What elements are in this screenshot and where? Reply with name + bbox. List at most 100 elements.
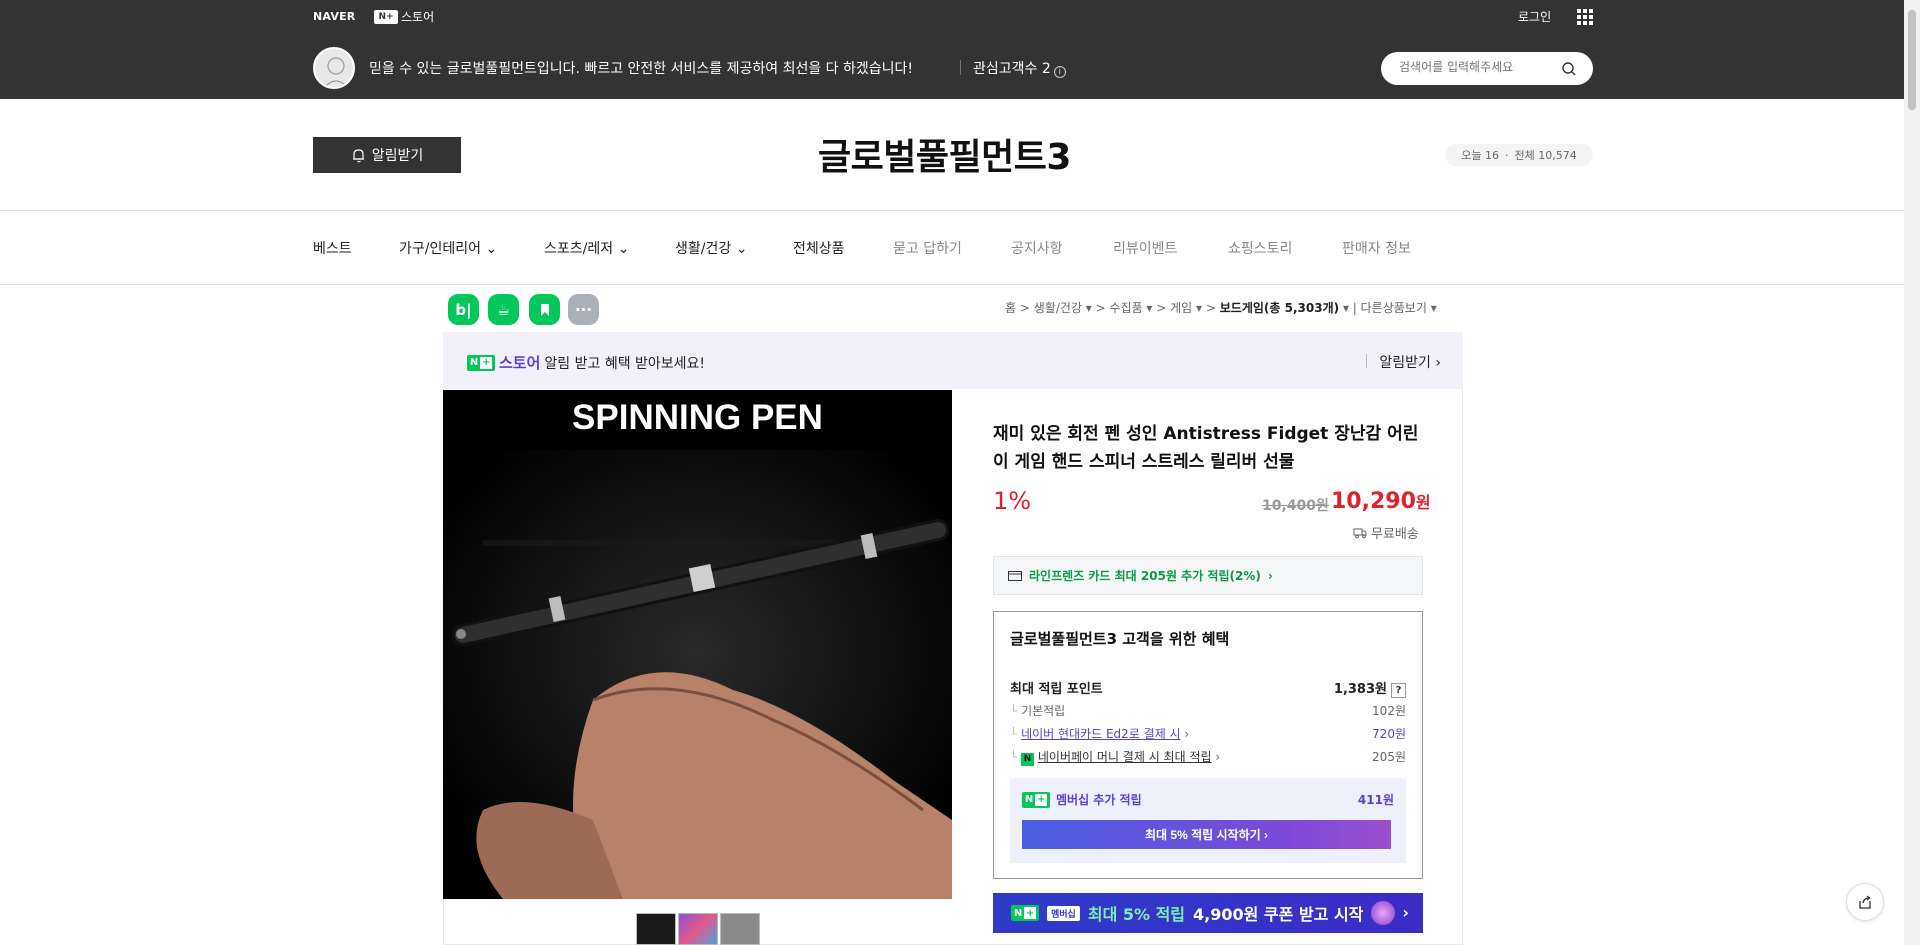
alarm-promo-bar: N + 스토어 알림 받고 혜택 받아보세요! 알림받기 › [443, 332, 1463, 389]
thumbnail[interactable] [678, 913, 718, 945]
apps-grid-icon[interactable] [1577, 9, 1593, 25]
point-row-value: 205원 [1372, 750, 1406, 764]
info-icon[interactable]: i [1053, 66, 1066, 78]
membership-button-label: 최대 5% 적립 시작하기 [1144, 828, 1261, 842]
card-icon [1008, 570, 1022, 581]
nav-item-living[interactable]: 생활/건강 ⌄ [675, 238, 747, 258]
membership-start-button[interactable]: 최대 5% 적립 시작하기 › [1022, 820, 1391, 849]
store-search[interactable] [1381, 52, 1593, 85]
bookmark-share-icon[interactable] [529, 294, 560, 325]
npay-icon: N [1021, 753, 1035, 766]
shipping-label: 무료배송 [1371, 527, 1419, 542]
hyundai-card-link[interactable]: 네이버 현대카드 Ed2로 결제 시 [1021, 727, 1181, 741]
divider [0, 210, 1904, 211]
divider [960, 60, 961, 75]
spinning-pen-illustration [443, 450, 952, 899]
point-row-value: 720원 [1372, 727, 1406, 741]
visit-today: 오늘 16 [1461, 149, 1499, 162]
nplus-icon: N + [467, 354, 495, 371]
product-image[interactable]: SPINNING PEN [443, 390, 952, 899]
chevron-right-icon: › [1402, 903, 1409, 922]
nav-item-label: 스포츠/레저 [544, 241, 614, 257]
coupon-highlight: 최대 5% 적립 [1087, 905, 1186, 924]
nav-item-shopping-story[interactable]: 쇼핑스토리 [1228, 238, 1292, 258]
blog-share-icon[interactable]: b| [448, 294, 479, 325]
nplus-icon: N + [1022, 791, 1050, 808]
product-thumbnails [636, 913, 760, 945]
breadcrumb-item[interactable]: 게임 [1170, 301, 1192, 315]
share-icon [1859, 895, 1871, 909]
max-point-value: 1,383원 [1333, 682, 1387, 697]
nplus-icon: N + [1011, 905, 1039, 921]
visit-total: 전체 10,574 [1514, 149, 1577, 162]
bell-plus-icon [352, 149, 364, 163]
search-input[interactable] [1399, 60, 1559, 74]
nav-item-best[interactable]: 베스트 [313, 238, 352, 258]
thumbnail[interactable] [720, 913, 760, 945]
card-promo-banner[interactable]: 라인프렌즈 카드 최대 205원 추가 적립(2%) › [993, 556, 1423, 595]
original-price: 10,400원 [1262, 498, 1329, 514]
nav-item-sports[interactable]: 스포츠/레저 ⌄ [544, 238, 629, 258]
point-row-label: 기본적립 [1021, 704, 1066, 718]
thumbnail[interactable] [636, 913, 676, 945]
promo-alarm-label: 알림받기 [1379, 355, 1431, 371]
npay-link[interactable]: 네이버페이 머니 결제 시 최대 적립 [1038, 750, 1212, 764]
sale-price: 10,290원 [1331, 489, 1431, 514]
breadcrumb-item[interactable]: 수집품 [1109, 301, 1142, 315]
discount-rate: 1% [993, 487, 1032, 515]
point-row: └ N 네이버페이 머니 결제 시 최대 적립 › 205원 [1010, 750, 1406, 766]
naver-store-logo[interactable]: N+ 스토어 [374, 8, 434, 25]
breadcrumb-item[interactable]: 생활/건강 [1034, 301, 1082, 315]
other-products-link[interactable]: 다른상품보기 [1361, 301, 1427, 315]
floating-share-button[interactable] [1846, 883, 1884, 921]
benefit-box: 글로벌풀필먼트3 고객을 위한 혜택 최대 적립 포인트 1,383원? └ 기… [993, 611, 1423, 879]
promo-text: 알림 받고 혜택 받아보세요! [544, 355, 706, 372]
nav-item-all-products[interactable]: 전체상품 [793, 238, 845, 258]
store-header-banner: NAVER N+ 스토어 로그인 믿을 수 있는 글로벌풀필먼트입니다. 빠르고… [0, 0, 1904, 99]
nav-item-label: 가구/인테리어 [399, 241, 481, 257]
divider [0, 284, 1904, 285]
breadcrumb: 홈 > 생활/건강 ▾ > 수집품 ▾ > 게임 ▾ > 보드게임(총 5,30… [1005, 301, 1437, 315]
store-description: 믿을 수 있는 글로벌풀필먼트입니다. 빠르고 안전한 서비스를 제공하여 최선… [369, 61, 914, 77]
sale-price-value: 10,290 [1331, 489, 1416, 514]
nav-item-furniture[interactable]: 가구/인테리어 ⌄ [399, 238, 497, 258]
nav-item-notice[interactable]: 공지사항 [1011, 238, 1063, 258]
nav-item-review-event[interactable]: 리뷰이벤트 [1113, 238, 1177, 258]
alarm-button[interactable]: 알림받기 [313, 137, 461, 173]
visitor-count: 오늘 16 · 전체 10,574 [1445, 144, 1593, 166]
scrollbar-thumb[interactable] [1908, 10, 1916, 110]
cafe-share-icon[interactable]: ☕ [488, 294, 519, 325]
promo-alarm-link[interactable]: 알림받기 › [1366, 352, 1441, 372]
nav-item-qna[interactable]: 묻고 답하기 [893, 238, 962, 258]
login-link[interactable]: 로그인 [1518, 8, 1551, 25]
point-row: └ 기본적립 102원 [1010, 704, 1406, 718]
coupon-text: 4,900원 쿠폰 받고 시작 [1193, 905, 1364, 924]
more-share-icon[interactable]: ··· [568, 294, 599, 325]
benefit-title: 글로벌풀필먼트3 고객을 위한 혜택 [1010, 630, 1230, 648]
membership-label: 멤버십 추가 적립 [1056, 793, 1142, 807]
store-title[interactable]: 글로벌풀필먼트3 [818, 128, 1071, 180]
page-scrollbar[interactable] [1904, 0, 1920, 945]
breadcrumb-home[interactable]: 홈 [1005, 301, 1016, 315]
point-row-value: 102원 [1372, 704, 1406, 718]
product-title: 재미 있은 회전 펜 성인 Antistress Fidget 장난감 어린이 … [993, 424, 1419, 472]
nplus-mark: N+ [374, 9, 398, 24]
search-icon[interactable] [1561, 61, 1577, 77]
naver-logo[interactable]: NAVER [313, 10, 355, 23]
nav-item-seller-info[interactable]: 판매자 정보 [1342, 238, 1411, 258]
promo-store-label: 스토어 [499, 354, 541, 372]
coupon-gift-icon [1371, 901, 1396, 925]
shipping-info: 무료배송 [1353, 523, 1419, 542]
store-avatar [313, 47, 355, 89]
membership-value: 411원 [1357, 793, 1394, 807]
max-point-label: 최대 적립 포인트 [1010, 682, 1103, 697]
breadcrumb-item[interactable]: 보드게임(총 5,303개) [1220, 301, 1339, 315]
price-unit: 원 [1415, 493, 1431, 512]
card-promo-text: 라인프렌즈 카드 최대 205원 추가 적립(2%) [1029, 569, 1261, 583]
nav-item-label: 생활/건강 [675, 241, 732, 257]
help-icon[interactable]: ? [1391, 683, 1406, 698]
membership-box: N + 멤버십 추가 적립 411원 최대 5% 적립 시작하기 › [1010, 778, 1406, 863]
alarm-button-label: 알림받기 [371, 148, 424, 164]
membership-coupon-banner[interactable]: N + 멤버십 최대 5% 적립 4,900원 쿠폰 받고 시작 › [993, 893, 1423, 933]
nstore-label: 스토어 [401, 10, 435, 24]
